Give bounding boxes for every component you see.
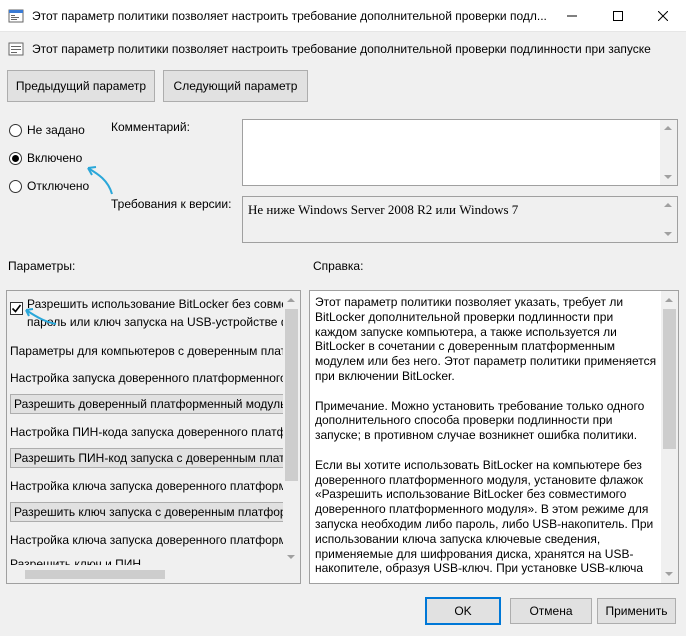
option-text: Настройка ПИН-кода запуска доверенного п…	[10, 425, 300, 439]
option-text: Параметры для компьютеров с доверенным п…	[10, 344, 301, 358]
comment-value	[243, 120, 677, 126]
scroll-up-icon[interactable]	[665, 298, 673, 302]
checkbox-label-line2: пароль или ключ запуска на USB-устройств…	[27, 315, 301, 329]
title-bar: Этот параметр политики позволяет настрои…	[0, 0, 686, 32]
scroll-down-icon[interactable]	[664, 232, 672, 236]
help-panel: Этот параметр политики позволяет указать…	[309, 290, 679, 584]
maximize-button[interactable]	[595, 0, 641, 32]
supported-on-label: Требования к версии:	[111, 197, 232, 211]
cancel-button[interactable]: Отмена	[510, 598, 592, 624]
next-setting-button[interactable]: Следующий параметр	[163, 70, 308, 102]
maximize-icon	[613, 11, 623, 21]
help-title: Справка:	[313, 259, 364, 273]
previous-setting-button[interactable]: Предыдущий параметр	[7, 70, 155, 102]
hscroll-thumb[interactable]	[25, 570, 165, 579]
option-text: Настройка ключа запуска доверенного плат…	[10, 479, 300, 493]
annotation-arrow-icon	[87, 166, 113, 195]
radio-circle[interactable]	[9, 123, 22, 137]
tpm-startup-dropdown[interactable]: Разрешить доверенный платформенный модул…	[10, 394, 286, 414]
scroll-down-icon[interactable]	[664, 175, 672, 179]
close-icon	[658, 11, 668, 21]
close-button[interactable]	[640, 0, 686, 32]
tpm-key-dropdown[interactable]: Разрешить ключ запуска с доверенным плат…	[10, 502, 286, 522]
apply-button[interactable]: Применить	[597, 598, 676, 624]
option-text: Настройка ключа запуска доверенного плат…	[10, 533, 300, 547]
help-scrollbar[interactable]	[661, 291, 678, 583]
scroll-down-icon[interactable]	[287, 555, 295, 559]
supported-scrollbar[interactable]	[660, 197, 677, 242]
setting-icon	[8, 42, 24, 56]
radio-label: Отключено	[27, 179, 90, 193]
options-vscrollbar[interactable]	[283, 291, 300, 566]
setting-name: Этот параметр политики позволяет настрои…	[32, 42, 651, 56]
window-title: Этот параметр политики позволяет настрои…	[32, 9, 547, 23]
radio-disabled[interactable]: Отключено	[9, 178, 89, 194]
checkbox-label-line1: Разрешить использование BitLocker без со…	[27, 297, 300, 311]
supported-on-value: Не ниже Windows Server 2008 R2 или Windo…	[248, 202, 519, 217]
option-text: Настройка запуска доверенного платформен…	[10, 371, 301, 385]
scroll-down-icon[interactable]	[665, 572, 673, 576]
minimize-button[interactable]	[549, 0, 595, 32]
tpm-pin-dropdown[interactable]: Разрешить ПИН-код запуска с доверенным п…	[10, 448, 286, 468]
scroll-thumb[interactable]	[663, 309, 676, 449]
ok-button[interactable]: OK	[425, 597, 501, 625]
policy-app-icon	[8, 9, 24, 23]
option-text: Разрешить ключ и ПИН	[10, 557, 142, 565]
radio-enabled[interactable]: Включено	[9, 150, 82, 166]
comment-textarea[interactable]	[242, 119, 678, 186]
comment-scrollbar[interactable]	[660, 120, 677, 185]
radio-circle[interactable]	[9, 179, 22, 193]
scroll-thumb[interactable]	[285, 309, 298, 481]
options-panel: Разрешить использование BitLocker без со…	[6, 290, 301, 584]
annotation-arrow-icon	[25, 308, 57, 325]
radio-label: Не задано	[27, 123, 85, 137]
options-title: Параметры:	[8, 259, 76, 273]
supported-on-field: Не ниже Windows Server 2008 R2 или Windo…	[242, 196, 678, 243]
options-hscrollbar[interactable]	[7, 566, 283, 583]
minimize-icon	[567, 15, 577, 17]
radio-label: Включено	[27, 151, 83, 165]
scroll-up-icon[interactable]	[287, 298, 295, 302]
radio-not-configured[interactable]: Не задано	[9, 122, 85, 138]
radio-circle[interactable]	[9, 151, 22, 165]
scroll-up-icon[interactable]	[664, 203, 672, 207]
comment-label: Комментарий:	[111, 120, 190, 134]
help-text: Этот параметр политики позволяет указать…	[315, 295, 657, 576]
scroll-up-icon[interactable]	[664, 126, 672, 130]
